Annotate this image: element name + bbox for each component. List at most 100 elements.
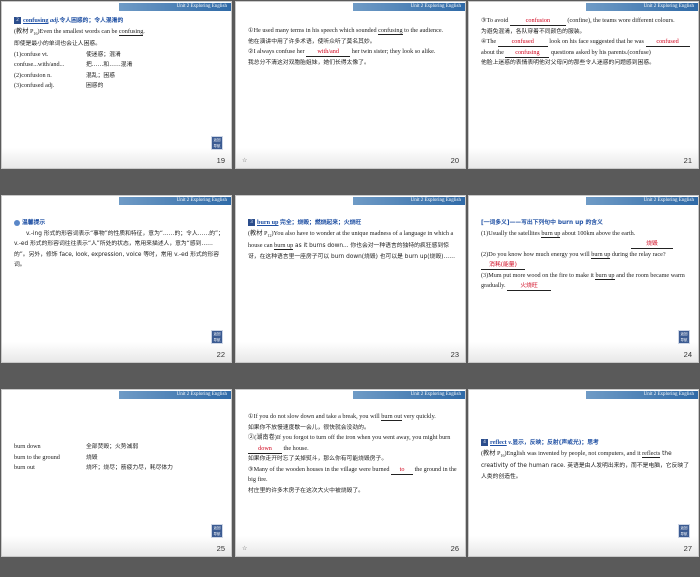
sentence-translation: 村庄里的许多木房子在这次大火中被烧毁了。 [248,487,364,494]
slide-content: ①He used many terms in his speech which … [248,26,460,68]
slide-header: Unit 2 Exploring English [2,196,231,205]
slide-20[interactable]: Unit 2 Exploring English ①He used many t… [235,1,466,169]
sentence-text: (confine), the teams wore different colo… [565,17,675,24]
phrase-label: burn out [14,464,35,471]
slide-footer [236,342,465,362]
example-translation: 即使是最小的单词也会让人困惑。 [14,41,101,48]
slide-content: [一词多义]——写出下列句中 burn up 的含义 (1)Usually th… [481,218,693,292]
annotation-icon[interactable]: ☆ [242,545,247,552]
unit-label: Unit 2 Exploring English [643,392,694,397]
slide-header: Unit 2 Exploring English [469,390,698,399]
slide-header: Unit 2 Exploring English [236,2,465,11]
slide-header: Unit 2 Exploring English [469,196,698,205]
phrase-meaning: 全部焚毁；火势减弱 [86,444,139,450]
slide-content: 2 confusing adj.令人困惑的；令人混淆的 (教材 P16)Even … [14,16,226,92]
sentence-text: about the [481,48,506,56]
headword-definition: 令人困惑的；令人混淆的 [59,18,124,24]
phrase-meaning: 烧毁 [86,454,98,461]
page-number: 20 [450,156,459,165]
sentence-text: (3)Mum put more wood on the fire to make… [481,271,596,279]
slide-22[interactable]: Unit 2 Exploring English 温馨提示 v.-ing 形式的… [1,195,232,363]
sentence-text: her twin sister; they look so alike. [350,48,436,55]
slide-grid: Unit 2 Exploring English 2 confusing adj.… [1,1,699,576]
slide-header: Unit 2 Exploring English [2,390,231,399]
sentence-translation: 他脸上迷惑的表情表明他对父母问的那些令人迷惑的问题感到困惑。 [481,60,655,66]
slide-23[interactable]: Unit 2 Exploring English 3 burn up 完全；烧毁；… [235,195,466,363]
slide-header: Unit 2 Exploring English [236,196,465,205]
sentence-text: very quickly. [402,413,436,420]
sentence-text: (湖南卷)If you forgot to turn off the iron … [254,434,451,441]
form-meaning: 困惑的 [86,83,104,90]
sentence-text: Many of the wooden houses in the village… [253,465,392,473]
back-nav-button[interactable]: 返回 导航 [211,136,223,150]
sentence-text: the house. [282,444,309,452]
sentence-translation: 为避免混淆，各队穿着不同颜色的服装。 [481,28,586,35]
sentence-underlined: confusing [378,27,403,35]
headword: burn up [257,219,279,226]
phrase-meaning: 烧坏；烧尽；筋疲力尽，耗尽体力 [86,465,173,471]
source-prefix: (教材 P [248,229,268,237]
annotation-icon[interactable]: ☆ [242,157,247,164]
source-prefix: (教材 P [14,27,34,35]
back-nav-button[interactable]: 返回 导航 [678,524,690,538]
form-label: confuse...with/and... [14,61,65,69]
sentence-translation: 如果你走开时忘了关掉熨斗，那么你有可能烧毁房子。 [248,456,388,462]
slide-footer [236,148,465,168]
slide-27[interactable]: Unit 2 Exploring English 4 reflect v.显示，反… [468,389,699,557]
form-label: (2)confusion n. [14,71,52,79]
sentence-text: I always confuse her [253,48,307,55]
unit-label: Unit 2 Exploring English [643,4,694,9]
answer-blank: 消耗(能量) [481,261,525,270]
answer-blank: 火烧旺 [507,282,552,291]
page-number: 25 [216,544,225,553]
form-label: (3)confused adj. [14,82,55,90]
sentence-text: (1)Usually the satellites [481,229,542,237]
sentence-translation: 如果你不放慢速度歇一会儿，很快就会没劲的。 [248,424,370,431]
back-nav-button[interactable]: 返回 导航 [211,524,223,538]
answer-blank: down [248,445,282,454]
slide-footer [2,342,231,362]
sentence-translation: 他在演讲中用了许多术语，使听众听了莫名其妙。 [248,38,376,45]
answer-blank: to [391,466,414,475]
item-number: 2 [14,17,21,25]
sentence-text: He used many terms in his speech which s… [253,27,379,34]
sentence-text: during the relay race? [610,250,666,258]
unit-label: Unit 2 Exploring English [643,198,694,203]
page-number: 24 [683,350,692,359]
slide-26[interactable]: Unit 2 Exploring English ①If you do not … [235,389,466,557]
unit-label: Unit 2 Exploring English [410,4,461,9]
slide-25[interactable]: Unit 2 Exploring English burn down 全部焚毁；火… [1,389,232,557]
unit-label: Unit 2 Exploring English [176,4,227,9]
sentence-text: look on his face suggested that he was [547,38,646,45]
tip-icon [14,219,20,226]
unit-label: Unit 2 Exploring English [410,392,461,397]
form-meaning: 使迷惑；混淆 [86,51,121,58]
slide-21[interactable]: Unit 2 Exploring English ③To avoid confu… [468,1,699,169]
back-nav-button[interactable]: 返回 导航 [678,330,690,344]
form-meaning: 把……和……混淆 [86,62,133,69]
back-nav-button[interactable]: 返回 导航 [211,330,223,344]
slide-footer [236,536,465,556]
example-end: . [143,27,145,35]
sentence-text: about 100km above the earth. [560,229,636,237]
sentence-translation: 我总分不清这对双胞胎姐妹，她们长得太像了。 [248,59,370,66]
answer-blank: with/and [306,48,351,57]
nav-label: 导航 [680,532,688,536]
example-text: )Even the smallest words can be [37,27,119,35]
page-number: 21 [683,156,692,165]
item-number: 3 [248,219,255,227]
slide-content: 温馨提示 v.-ing 形式的形容词表示“事物”的性质和特征，意为“……的；令人… [14,218,226,271]
slide-24[interactable]: Unit 2 Exploring English [一词多义]——写出下列句中 … [468,195,699,363]
form-meaning: 混乱；困惑 [86,72,115,79]
unit-label: Unit 2 Exploring English [410,198,461,203]
sentence-underlined: burn up [591,250,611,259]
slide-19[interactable]: Unit 2 Exploring English 2 confusing adj.… [1,1,232,169]
nav-label: 导航 [213,532,221,536]
example-underlined: burn up [274,242,294,251]
page-number: 26 [450,544,459,553]
sentence-text: The [486,38,498,45]
slide-content: 3 burn up 完全；烧毁；燃烧起来；火烧旺 (教材 P12)You also… [248,218,460,262]
phrase-label: burn to the ground [14,453,60,461]
example-text: )English was invented by people, not com… [504,449,643,457]
slide-header: Unit 2 Exploring English [2,2,231,11]
